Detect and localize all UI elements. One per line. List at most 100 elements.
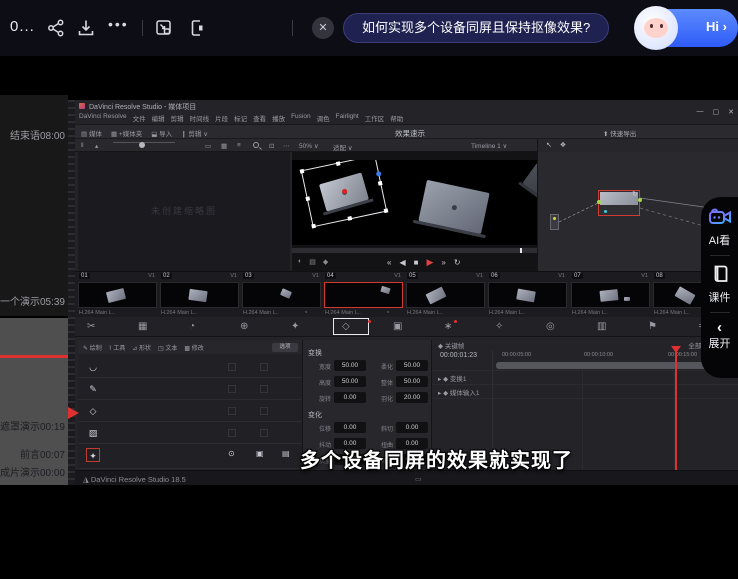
chapter-progress-line (0, 355, 68, 358)
video-frame[interactable]: 结束语08:00 后一个演示05:39 手动遮罩演示00:19 前言00:07 … (0, 56, 738, 505)
ai-mascot-avatar (634, 6, 678, 50)
download-icon[interactable] (76, 18, 96, 38)
grid-view-icon: ▦ (221, 142, 227, 150)
editor-titlebar: DaVinci Resolve Studio - 媒体项目 (75, 100, 738, 112)
menu-item: 帮助 (390, 113, 403, 123)
minimize-icon: — (697, 108, 704, 116)
status-center-icon: ▭ (415, 475, 422, 483)
tool-icon: ◎ (546, 321, 555, 333)
stop-icon: ■ (414, 258, 419, 267)
tool-icon: ▣ (393, 321, 402, 333)
tool-icon: ✂ (87, 321, 95, 333)
fit-dropdown: 适配 ∨ (333, 142, 353, 152)
expand-panel-button[interactable]: ‹ 展开 (709, 321, 731, 350)
transform-selection-box (301, 160, 387, 227)
ai-assistant-button[interactable]: Hi › (637, 9, 738, 47)
laptop-thumbnail (418, 180, 489, 234)
menu-item: 文件 (133, 113, 146, 123)
menu-item: DaVinci Resolve (79, 113, 127, 123)
courseware-button[interactable]: 课件 (709, 264, 731, 304)
play-icon: ▶ (426, 257, 433, 268)
toolbar-divider (292, 20, 293, 36)
selected-brush-icon: ✦ (86, 448, 100, 462)
keyframe-panel-title: ◆ 关键帧 (438, 340, 464, 350)
chapter-item[interactable]: 结束语08:00 (10, 127, 65, 142)
inspector-row: 宽度50.00 柔化50.00 (303, 360, 431, 373)
clip-03: 03V1 H.264 Main L..◔ (242, 273, 321, 317)
inspector-row: 高度50.00 整体50.00 (303, 376, 431, 389)
layer-row-selected: ✦ ⊙ ▣ ▤ (78, 444, 302, 469)
chapter-rail-upcoming: 结束语08:00 后一个演示05:39 (0, 95, 68, 316)
viewer-empty-text: 未创建缩略图 (78, 204, 290, 217)
ruler-label: 00:00:10:00 (584, 352, 613, 358)
media-pool-button: ▤ 媒体 (81, 128, 102, 138)
menu-item: 时间线 (190, 113, 210, 123)
clip-07: 07V1 H.264 Main L.. (571, 273, 650, 317)
notification-dot (368, 320, 371, 323)
viewer-playhead (520, 248, 522, 253)
expand-label: 展开 (709, 338, 731, 350)
notification-dot (454, 320, 457, 323)
close-question-icon[interactable]: ✕ (312, 17, 334, 39)
tab-tools: ⌇ 工具 (109, 343, 126, 352)
tool-icon: ✧ (495, 321, 503, 333)
ai-camera-icon (708, 207, 732, 232)
menu-item: 标记 (234, 113, 247, 123)
clip-04-selected: 04V1 H.264 Main L..◔ (324, 273, 403, 317)
tool-icon: ∗ (444, 321, 452, 333)
solo-icon: ▣ (256, 449, 264, 458)
menu-item: 调色 (317, 113, 330, 123)
keyframe-timecode: 00:00:01:23 (440, 352, 477, 359)
davinci-editor-content: DaVinci Resolve Studio - 媒体项目 — ▢ ✕ DaVi… (75, 100, 738, 485)
window-controls: — ▢ ✕ (697, 108, 735, 116)
more-icon: ⋯ (283, 142, 290, 150)
chapter-item[interactable]: 手动遮罩演示00:19 (0, 418, 65, 433)
menu-item: Fairlight (336, 113, 359, 123)
tool-icon: ◔ (189, 321, 195, 333)
ai-question-pill[interactable]: 如何实现多个设备同屏且保持抠像效果? (343, 13, 609, 43)
loop-icon: ↻ (454, 258, 461, 267)
zoom-level-dropdown: 50% ∨ (299, 142, 319, 150)
layer-row: ◡ (78, 356, 302, 378)
inspector-section-title: 变化 (308, 410, 322, 420)
side-window-icon[interactable] (187, 18, 207, 38)
screenshot-icon[interactable] (154, 18, 174, 38)
clip-05: 05V1 H.264 Main L.. (406, 273, 485, 317)
ai-watch-button[interactable]: AI看 (708, 207, 732, 247)
chapter-item[interactable]: 成片演示00:00 (0, 464, 65, 479)
selected-media-node: ↻ (598, 190, 640, 216)
menu-item: 片段 (215, 113, 228, 123)
editor-left-edge (68, 100, 75, 485)
layers-options-button: 选项 (272, 343, 298, 352)
chapter-item[interactable]: 前言00:07 (20, 446, 65, 461)
share-icon[interactable] (46, 18, 66, 38)
clip-01: 01V1 H.264 Main L.. (78, 273, 157, 317)
arc-tool-icon: ◡ (86, 360, 100, 374)
courseware-book-icon (710, 264, 730, 289)
transform-rotate-handle (376, 171, 382, 177)
window-title-truncated: 0... (10, 18, 35, 35)
davinci-logo-icon (79, 103, 85, 109)
close-window-icon: ✕ (728, 108, 734, 116)
menu-item: 工作区 (365, 113, 385, 123)
goto-start-icon: « (387, 258, 391, 267)
clip-02: 02V1 H.264 Main L.. (160, 273, 239, 317)
editor-tool-row: ✂ ▦ ◔ ⊕ ✦ ◇ ▣ ∗ ✧ ◎ ▥ ⚑ ≈ (75, 317, 738, 337)
import-button: ⬓ 导入 (151, 128, 172, 138)
pointer-icon: ↖ (546, 141, 552, 149)
clip-filmstrip: 01V1 H.264 Main L.. 02V1 H.264 Main L.. … (75, 271, 738, 317)
list-icon: ▤ (282, 449, 290, 458)
more-options-icon[interactable]: ••• (108, 16, 128, 36)
panel-divider (710, 312, 730, 313)
layer-row: ▨ (78, 422, 302, 444)
menu-item: Fusion (291, 113, 311, 123)
media-viewer-empty: 未创建缩略图 (78, 152, 290, 271)
power-icon: ⊙ (228, 449, 235, 458)
menu-item: 查看 (253, 113, 266, 123)
pin-icon: ‖ (81, 142, 84, 149)
camera-icon: ▤ (309, 258, 316, 266)
ai-watch-label: AI看 (709, 235, 730, 247)
toolbar-divider (142, 20, 143, 36)
chapter-item[interactable]: 后一个演示05:39 (0, 293, 65, 308)
chevron-left-icon: ‹ (717, 321, 722, 335)
